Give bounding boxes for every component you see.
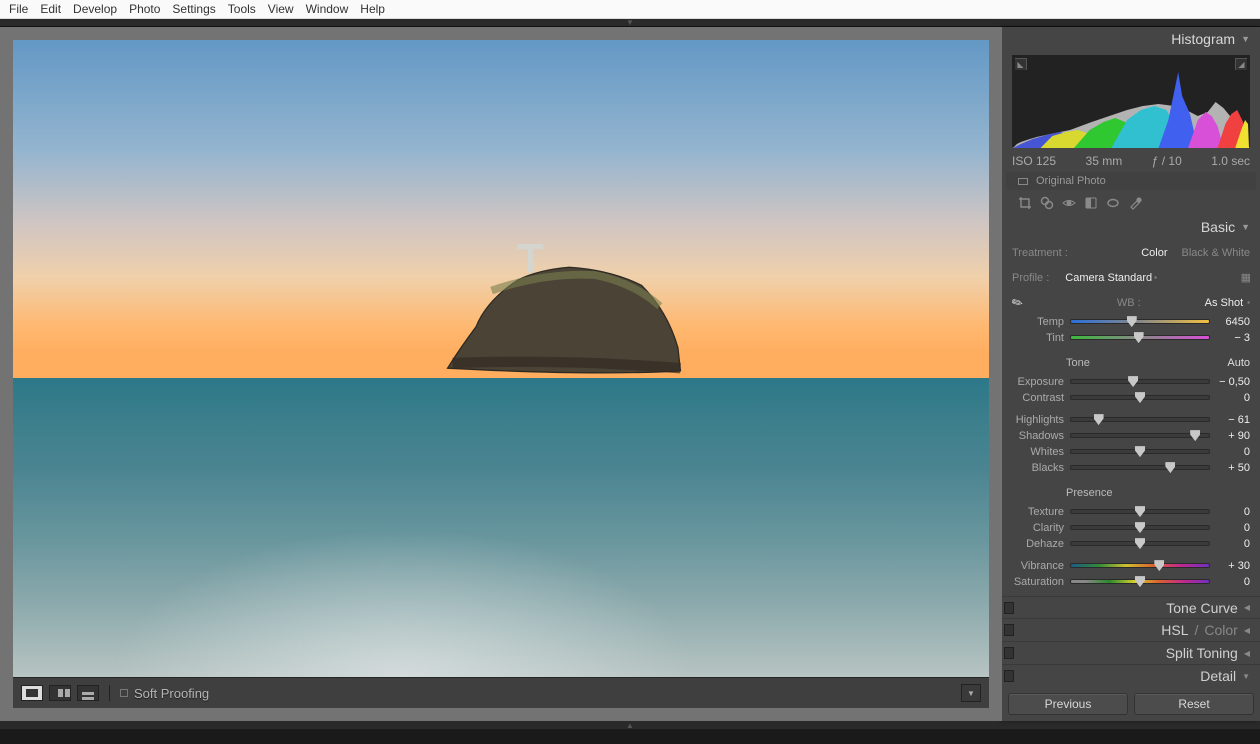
original-photo-row[interactable]: Original Photo [1006,172,1256,189]
wb-value[interactable]: As Shot [1205,297,1244,309]
contrast-slider[interactable] [1070,395,1210,400]
treatment-bw[interactable]: Black & White [1182,247,1250,259]
texture-slider[interactable] [1070,509,1210,514]
profile-value[interactable]: Camera Standard [1065,272,1152,284]
blacks-value[interactable]: + 50 [1216,462,1250,474]
whites-value[interactable]: 0 [1216,446,1250,458]
radial-tool-icon[interactable] [1106,196,1120,210]
photo-canvas[interactable] [13,40,989,677]
menu-develop[interactable]: Develop [67,2,123,16]
treatment-label: Treatment : [1012,247,1068,259]
highlights-value[interactable]: − 61 [1216,414,1250,426]
gradient-tool-icon[interactable] [1084,196,1098,210]
auto-tone-button[interactable]: Auto [1227,357,1250,369]
clarity-value[interactable]: 0 [1216,522,1250,534]
checkbox-icon [120,689,128,697]
highlight-clipping-icon[interactable]: ◢ [1235,58,1247,70]
menu-photo[interactable]: Photo [123,2,166,16]
whites-slider[interactable] [1070,449,1210,454]
blacks-slider[interactable] [1070,465,1210,470]
shadow-clipping-icon[interactable]: ◣ [1015,58,1027,70]
soft-proofing-toggle[interactable]: Soft Proofing [120,686,209,701]
dehaze-value[interactable]: 0 [1216,538,1250,550]
histogram-chart[interactable]: ◣ ◢ [1012,55,1250,147]
previous-button[interactable]: Previous [1008,693,1128,715]
vibrance-slider[interactable] [1070,563,1210,568]
top-panel-toggle[interactable]: ▼ [0,19,1260,27]
canvas-toolbar: Soft Proofing ▼ [13,677,989,708]
chevron-left-icon: ◀ [1244,626,1250,635]
rect-icon [1018,178,1028,185]
vibrance-value[interactable]: + 30 [1216,560,1250,572]
tone-curve-panel[interactable]: Tone Curve◀ [1002,596,1260,619]
hsl-panel[interactable]: HSL/Color◀ [1002,618,1260,641]
saturation-value[interactable]: 0 [1216,576,1250,588]
canvas-area: Soft Proofing ▼ [0,27,1002,721]
chevron-left-icon: ◀ [1244,649,1250,658]
chevron-down-icon: ▼ [1242,672,1250,681]
photo-sea [13,378,989,677]
menu-tools[interactable]: Tools [222,2,262,16]
chevron-down-icon: ▼ [1241,34,1250,44]
redeye-tool-icon[interactable] [1062,196,1076,210]
basic-panel-header[interactable]: Basic▼ [1002,215,1260,239]
before-after-tb-button[interactable] [77,685,99,701]
split-toning-panel[interactable]: Split Toning◀ [1002,641,1260,664]
aperture-value: ƒ / 10 [1152,154,1182,168]
treatment-color[interactable]: Color [1141,247,1167,259]
bottom-panel-toggle[interactable]: ▲ [0,721,1260,729]
app-menubar: File Edit Develop Photo Settings Tools V… [0,0,1260,19]
menu-edit[interactable]: Edit [34,2,67,16]
temp-slider[interactable] [1070,319,1210,324]
saturation-slider[interactable] [1070,579,1210,584]
loupe-view-button[interactable] [21,685,43,701]
temp-value[interactable]: 6450 [1216,316,1250,328]
wb-label: WB : [1087,297,1141,309]
shadows-value[interactable]: + 90 [1216,430,1250,442]
shutter-value: 1.0 sec [1211,154,1250,168]
histogram-header[interactable]: Histogram▼ [1002,27,1260,51]
photo-rock [374,244,764,410]
detail-panel[interactable]: Detail▼ [1002,664,1260,687]
menu-file[interactable]: File [3,2,34,16]
toolbar-more-button[interactable]: ▼ [961,684,981,702]
tool-strip [1006,193,1256,212]
profile-label: Profile : [1012,272,1049,284]
reset-button[interactable]: Reset [1134,693,1254,715]
contrast-value[interactable]: 0 [1216,392,1250,404]
histogram-metadata: ISO 125 35 mm ƒ / 10 1.0 sec [1002,150,1260,172]
menu-view[interactable]: View [262,2,300,16]
basic-panel-body: Treatment : Color Black & White Profile … [1002,240,1260,596]
clarity-slider[interactable] [1070,525,1210,530]
chevron-left-icon: ◀ [1244,603,1250,612]
chevron-down-icon: ▼ [1241,222,1250,232]
spot-tool-icon[interactable] [1040,196,1054,210]
brush-tool-icon[interactable] [1128,196,1142,210]
before-after-lr-button[interactable] [49,685,71,701]
tint-value[interactable]: − 3 [1216,332,1250,344]
dehaze-slider[interactable] [1070,541,1210,546]
texture-value[interactable]: 0 [1216,506,1250,518]
tint-slider[interactable] [1070,335,1210,340]
develop-panel: Histogram▼ ◣ ◢ ISO 125 35 mm ƒ / 10 1.0 … [1002,27,1260,721]
crop-tool-icon[interactable] [1018,196,1032,210]
menu-help[interactable]: Help [354,2,391,16]
menu-settings[interactable]: Settings [166,2,221,16]
iso-value: ISO 125 [1012,154,1056,168]
focal-value: 35 mm [1086,154,1123,168]
exposure-slider[interactable] [1070,379,1210,384]
exposure-value[interactable]: − 0,50 [1216,376,1250,388]
menu-window[interactable]: Window [300,2,355,16]
profile-browser-icon[interactable]: ▦ [1241,271,1250,284]
wb-picker-icon[interactable]: ✎ [1009,293,1026,312]
shadows-slider[interactable] [1070,433,1210,438]
highlights-slider[interactable] [1070,417,1210,422]
